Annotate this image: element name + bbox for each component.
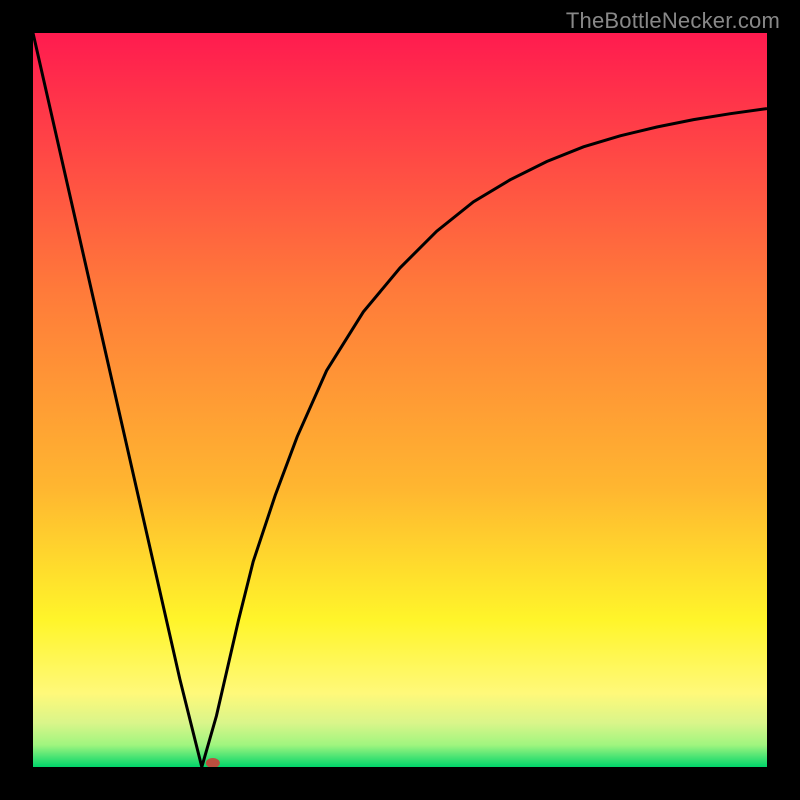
chart-frame: [33, 33, 767, 767]
gradient-background: [33, 33, 767, 767]
attribution-text: TheBottleNecker.com: [566, 8, 780, 34]
bottleneck-chart: [33, 33, 767, 767]
